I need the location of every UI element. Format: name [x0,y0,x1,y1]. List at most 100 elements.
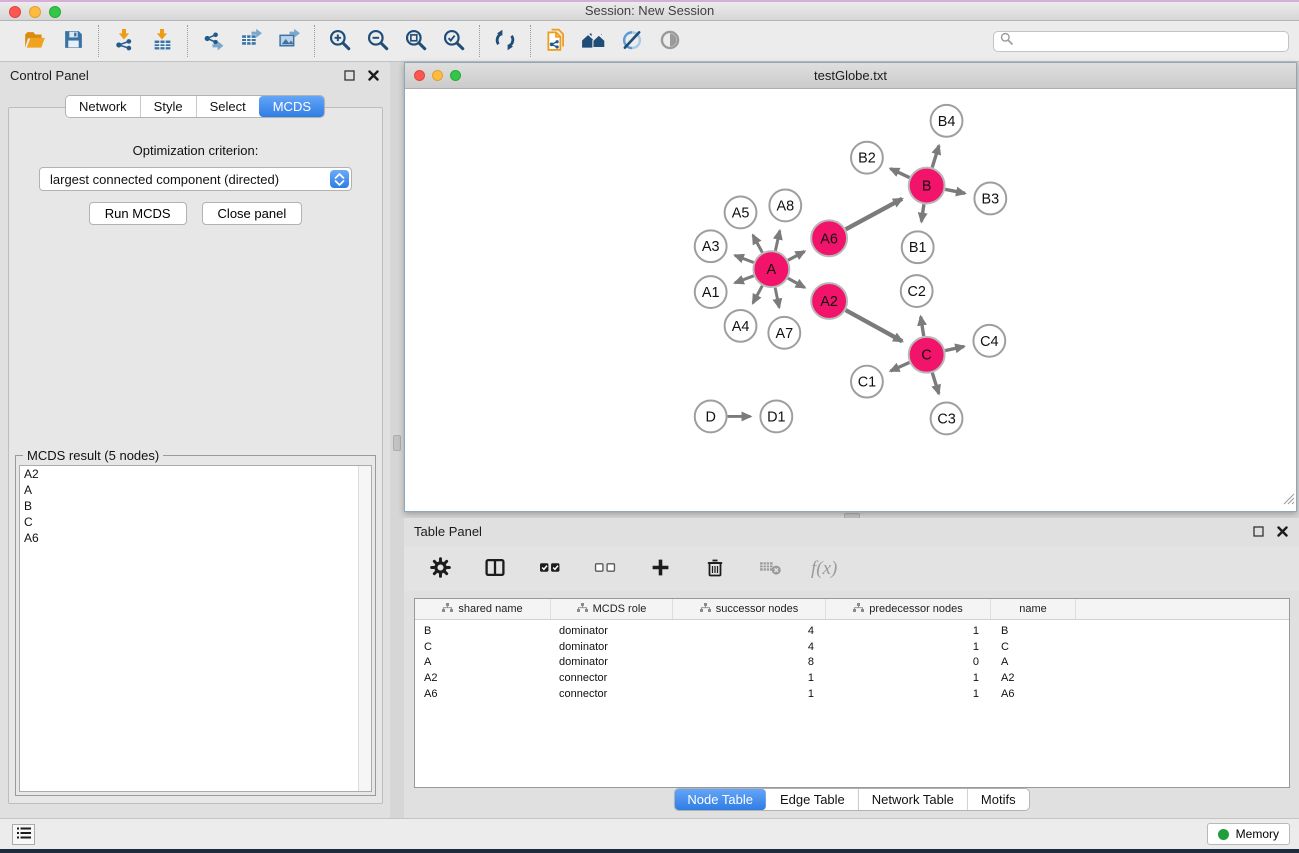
graph-node-B[interactable]: B [909,168,945,204]
edge-B-B3[interactable] [945,189,965,193]
vertical-splitter-handle[interactable] [393,435,401,451]
mcds-result-item[interactable]: A6 [20,530,371,546]
graph-node-A6[interactable]: A6 [811,220,847,256]
run-mcds-button[interactable]: Run MCDS [89,202,187,225]
graph-node-B4[interactable]: B4 [931,105,963,137]
deselect-all-checkboxes-button[interactable] [591,555,619,583]
table-cell[interactable]: A6 [415,688,551,700]
edge-B-B1[interactable] [921,204,924,221]
edge-B-B4[interactable] [932,146,939,168]
edge-C-C3[interactable] [932,373,939,394]
table-cell[interactable]: 8 [673,656,826,668]
save-session-button[interactable] [59,27,87,55]
memory-button[interactable]: Memory [1207,823,1290,845]
close-table-panel-button[interactable] [1275,524,1289,538]
edge-A-A6[interactable] [788,251,804,260]
table-cell[interactable]: 0 [826,656,991,668]
minimize-network-window-button[interactable] [432,70,443,81]
column-header-name[interactable]: name [991,599,1076,619]
table-cell[interactable]: 1 [673,688,826,700]
tab-edge-table[interactable]: Edge Table [766,789,858,810]
open-file-button[interactable] [21,27,49,55]
mcds-result-item[interactable]: A2 [20,466,371,482]
export-network-button[interactable] [199,27,227,55]
import-network-button[interactable] [110,27,138,55]
graph-node-B1[interactable]: B1 [902,231,934,263]
settings-gear-button[interactable] [426,555,454,583]
table-cell[interactable]: dominator [551,656,673,668]
table-cell[interactable]: C [991,641,1076,653]
edge-C-C1[interactable] [891,363,910,371]
optimization-criterion-select[interactable]: largest connected component (directed) [39,167,352,191]
search-input[interactable] [1018,34,1282,48]
table-cell[interactable]: 1 [826,672,991,684]
graph-node-D1[interactable]: D1 [760,401,792,433]
table-cell[interactable]: dominator [551,641,673,653]
tab-motifs[interactable]: Motifs [967,789,1029,810]
edge-A-A3[interactable] [735,255,754,262]
tab-style[interactable]: Style [140,96,196,117]
table-cell[interactable]: A2 [991,672,1076,684]
graph-node-A4[interactable]: A4 [725,310,757,342]
zoom-window-button[interactable] [49,6,61,18]
column-layout-button[interactable] [481,555,509,583]
delete-table-button[interactable] [756,555,784,583]
table-cell[interactable]: 4 [673,641,826,653]
graph-node-B2[interactable]: B2 [851,142,883,174]
graph-node-C3[interactable]: C3 [931,403,963,435]
zoom-out-button[interactable] [364,27,392,55]
column-header-mcds-role[interactable]: MCDS role [551,599,673,619]
window-resize-grip[interactable] [1282,492,1295,510]
close-panel-button[interactable] [366,68,380,82]
graph-node-C[interactable]: C [909,337,945,373]
edge-A-A8[interactable] [775,231,779,251]
table-cell[interactable]: B [415,625,551,637]
edge-A6-B[interactable] [846,199,902,229]
export-image-button[interactable] [275,27,303,55]
table-cell[interactable]: 4 [673,625,826,637]
column-header-predecessor-nodes[interactable]: predecessor nodes [826,599,991,619]
mcds-result-item[interactable]: A [20,482,371,498]
function-builder-icon[interactable]: f(x) [811,558,837,580]
zoom-selected-button[interactable] [440,27,468,55]
minimize-window-button[interactable] [29,6,41,18]
close-network-window-button[interactable] [414,70,425,81]
graph-node-C1[interactable]: C1 [851,366,883,398]
column-header-shared-name[interactable]: shared name [415,599,551,619]
table-cell[interactable]: 1 [826,688,991,700]
edge-A2-C[interactable] [846,310,903,341]
column-header-successor-nodes[interactable]: successor nodes [673,599,826,619]
table-cell[interactable]: A2 [415,672,551,684]
tab-mcds[interactable]: MCDS [259,96,324,117]
network-canvas[interactable]: AA1A2A3A4A5A6A7A8BB1B2B3B4CC1C2C3C4DD1 [405,89,1296,511]
tab-network[interactable]: Network [66,96,140,117]
home-pair-button[interactable] [580,27,608,55]
hide-details-button[interactable] [618,27,646,55]
add-column-button[interactable] [646,555,674,583]
select-all-checkboxes-button[interactable] [536,555,564,583]
graph-node-A[interactable]: A [753,251,789,287]
edge-A-A5[interactable] [753,235,762,252]
edge-A-A1[interactable] [735,276,754,283]
graph-node-D[interactable]: D [695,401,727,433]
table-cell[interactable]: connector [551,688,673,700]
graph-node-A8[interactable]: A8 [769,190,801,222]
table-cell[interactable]: 1 [826,641,991,653]
graph-node-C4[interactable]: C4 [973,325,1005,357]
refresh-layout-button[interactable] [491,27,519,55]
table-cell[interactable]: A6 [991,688,1076,700]
graph-node-A7[interactable]: A7 [768,317,800,349]
table-cell[interactable]: 1 [826,625,991,637]
table-cell[interactable]: 1 [673,672,826,684]
graph-node-B3[interactable]: B3 [974,183,1006,215]
table-cell[interactable]: A [991,656,1076,668]
graph-node-A1[interactable]: A1 [695,276,727,308]
tab-node-table[interactable]: Node Table [674,789,766,810]
edge-A-A7[interactable] [775,288,779,308]
delete-column-button[interactable] [701,555,729,583]
table-cell[interactable]: B [991,625,1076,637]
edge-C-C4[interactable] [945,346,964,350]
scrollbar-track[interactable] [358,466,371,791]
zoom-network-window-button[interactable] [450,70,461,81]
table-cell[interactable]: connector [551,672,673,684]
